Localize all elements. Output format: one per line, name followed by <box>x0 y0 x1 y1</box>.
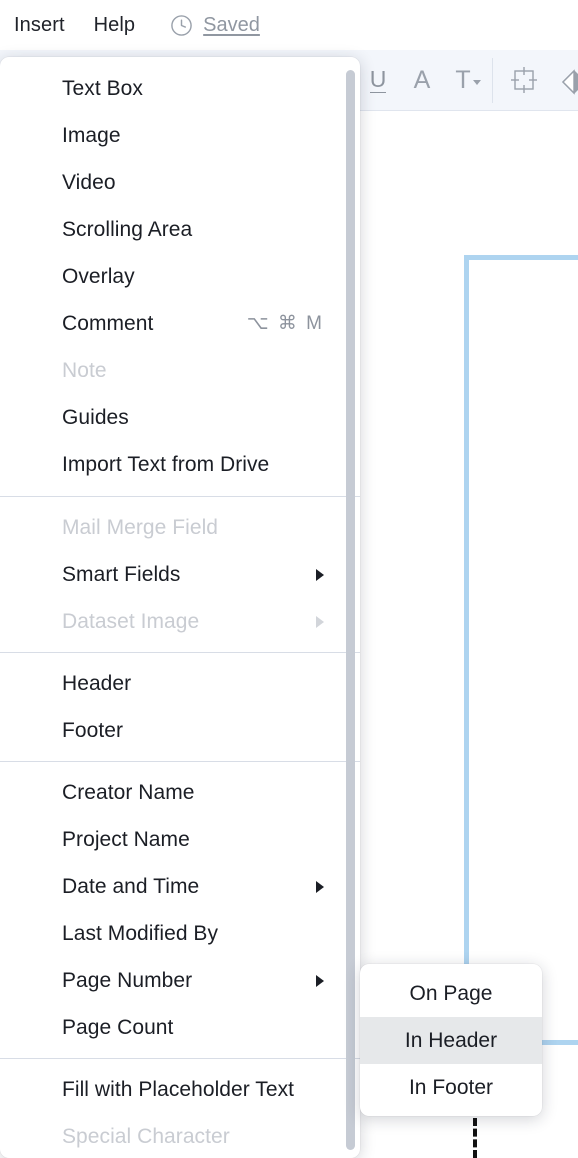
menu-item-label: Creator Name <box>62 780 195 804</box>
submenu-arrow-icon <box>316 880 324 893</box>
submenu-item-label: On Page <box>409 981 493 1005</box>
clock-icon <box>171 14 192 36</box>
page-boundary-frame <box>464 255 578 1045</box>
menubar-item-insert[interactable]: Insert <box>14 14 65 37</box>
menu-item-label: Scrolling Area <box>62 217 193 241</box>
menu-group: Header Footer <box>0 653 360 761</box>
menu-item-label: Page Count <box>62 1015 174 1039</box>
menu-item[interactable]: Date and Time <box>0 863 360 910</box>
saved-status-link[interactable]: Saved <box>203 14 260 37</box>
menu-item[interactable]: Text Box <box>0 65 360 112</box>
menu-item-label: Smart Fields <box>62 562 181 586</box>
submenu-arrow-icon <box>316 974 324 987</box>
insert-menu-scrollbar[interactable] <box>346 70 355 1150</box>
menu-group: Creator Name Project Name Date and Time Las… <box>0 762 360 1058</box>
save-status-group: Saved <box>170 14 260 37</box>
chevron-down-icon <box>472 79 481 85</box>
menu-item[interactable]: Project Name <box>0 816 360 863</box>
menu-item: Dataset Image <box>0 598 360 645</box>
menu-item: Special Character <box>0 1113 360 1158</box>
menu-item-label: Image <box>62 123 121 147</box>
menu-item[interactable]: Guides <box>0 394 360 441</box>
menu-item-label: Comment <box>62 311 154 335</box>
text-style-icon[interactable]: T <box>450 65 486 95</box>
menu-item[interactable]: Fill with Placeholder Text <box>0 1066 360 1113</box>
dashed-column-guide <box>473 1118 477 1158</box>
submenu-arrow-icon <box>316 568 324 581</box>
application-root: U A T Insert Help Saved Text Box Image V… <box>0 0 578 1158</box>
menu-item-label: Note <box>62 358 107 382</box>
menu-item: Mail Merge Field <box>0 504 360 551</box>
underline-glyph: U <box>369 65 387 94</box>
submenu-item[interactable]: In Header <box>360 1017 542 1064</box>
page-number-submenu: On Page In Header In Footer <box>360 964 542 1116</box>
crop-frame-icon[interactable] <box>508 64 540 96</box>
menu-item-shortcut: ⌥ ⌘ M <box>246 313 324 334</box>
submenu-item-label: In Footer <box>408 1075 494 1099</box>
menu-item-label: Text Box <box>62 76 143 100</box>
submenu-arrow-icon <box>316 615 324 628</box>
menu-item[interactable]: Scrolling Area <box>0 206 360 253</box>
menu-item-label: Project Name <box>62 827 190 851</box>
menu-group: Text Box Image Video Scrolling Area Overlay C… <box>0 57 360 496</box>
menu-item[interactable]: Video <box>0 159 360 206</box>
menu-item[interactable]: Page Count <box>0 1004 360 1051</box>
menubar-item-help[interactable]: Help <box>94 14 136 37</box>
insert-dropdown-menu: Text Box Image Video Scrolling Area Overlay C… <box>0 57 360 1158</box>
menu-item-label: Overlay <box>62 264 135 288</box>
toolbar-divider <box>492 58 493 103</box>
menu-item[interactable]: Overlay <box>0 253 360 300</box>
menu-item-label: Guides <box>62 405 129 429</box>
menu-item-label: Import Text from Drive <box>62 452 270 476</box>
menu-item-label: Mail Merge Field <box>62 515 219 539</box>
menu-item-label: Header <box>62 671 132 695</box>
text-style-glyph: T <box>455 65 471 94</box>
menu-group: Fill with Placeholder Text Special Charac… <box>0 1059 360 1158</box>
menu-item-label: Date and Time <box>62 874 200 898</box>
menu-item[interactable]: Creator Name <box>0 769 360 816</box>
menu-item[interactable]: Footer <box>0 707 360 754</box>
menu-item[interactable]: Last Modified By <box>0 910 360 957</box>
menu-item-label: Fill with Placeholder Text <box>62 1077 295 1101</box>
menu-item-label: Page Number <box>62 968 193 992</box>
menu-item-label: Dataset Image <box>62 609 200 633</box>
menu-item[interactable]: Import Text from Drive <box>0 441 360 488</box>
font-size-icon[interactable]: A <box>410 65 434 95</box>
menu-item[interactable]: Image <box>0 112 360 159</box>
insert-menu-body: Text Box Image Video Scrolling Area Overlay C… <box>0 57 360 1158</box>
underline-icon[interactable]: U <box>366 65 390 95</box>
menu-item[interactable]: Header <box>0 660 360 707</box>
menu-bar: Insert Help Saved <box>0 0 578 50</box>
menu-group: Mail Merge Field Smart Fields Dataset Imag… <box>0 497 360 652</box>
font-size-glyph: A <box>413 65 431 94</box>
menu-item: Note <box>0 347 360 394</box>
menu-item-label: Footer <box>62 718 123 742</box>
submenu-item[interactable]: In Footer <box>360 1064 542 1111</box>
menu-item-label: Last Modified By <box>62 921 219 945</box>
menu-item[interactable]: Smart Fields <box>0 551 360 598</box>
fill-color-icon[interactable] <box>558 64 578 96</box>
menu-item[interactable]: Comment ⌥ ⌘ M <box>0 300 360 347</box>
menu-item-label: Video <box>62 170 116 194</box>
submenu-item[interactable]: On Page <box>360 970 542 1017</box>
submenu-item-label: In Header <box>404 1028 498 1052</box>
menu-item-label: Special Character <box>62 1124 230 1148</box>
menu-item[interactable]: Page Number <box>0 957 360 1004</box>
